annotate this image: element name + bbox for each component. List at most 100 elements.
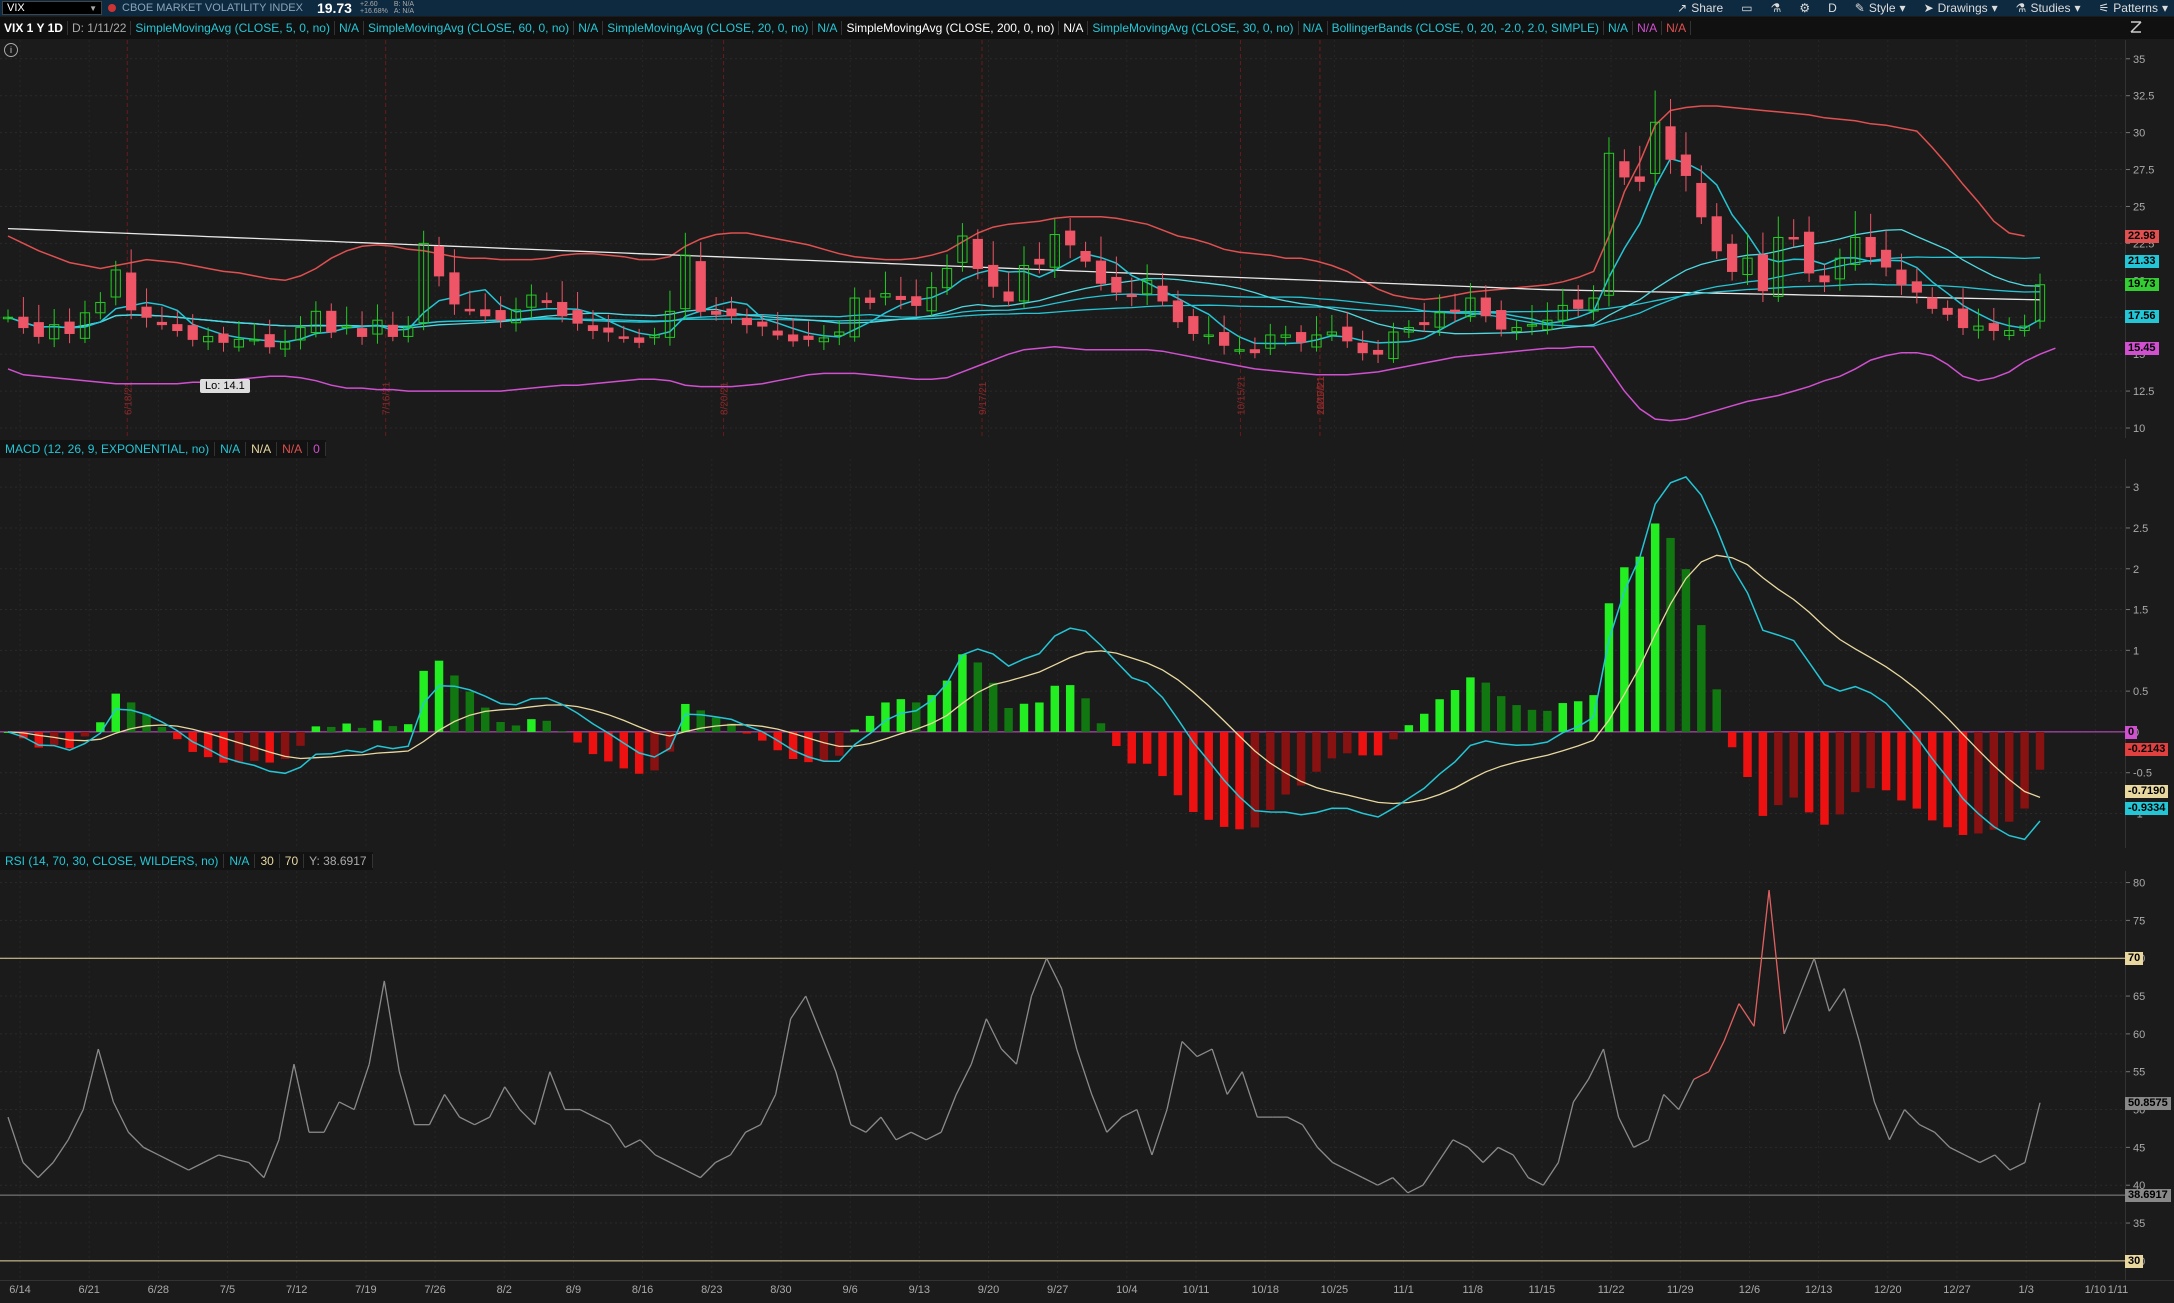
date-label: 9/13 (909, 1284, 930, 1296)
macd-histogram-bar (588, 731, 598, 755)
rsi-line-segment (218, 1154, 234, 1160)
rsi-line-segment (1226, 1071, 1243, 1095)
candle-body (1957, 308, 1969, 329)
study-sma200[interactable]: SimpleMovingAvg (CLOSE, 200, 0, no) (842, 21, 1060, 35)
macd-pane[interactable] (0, 459, 2125, 848)
rsi-line-segment (489, 1086, 506, 1118)
alert-flag-icon[interactable] (108, 4, 116, 12)
rsi-line-segment (203, 1154, 220, 1164)
bollinger-upper (7, 105, 2025, 301)
macd-histogram-bar (1481, 682, 1491, 732)
date-label: 8/16 (632, 1284, 653, 1296)
rsi-line-segment (127, 1131, 144, 1148)
macd-histogram-bar (542, 720, 552, 732)
aggregation-label[interactable]: VIX 1 Y 1D (0, 21, 68, 35)
macd-histogram-bar (465, 691, 475, 732)
low-price-label: Lo: 14.1 (200, 379, 250, 393)
macd-histogram-bar (1096, 723, 1106, 732)
study-sma30[interactable]: SimpleMovingAvg (CLOSE, 30, 0, no) (1088, 21, 1299, 35)
studies-button[interactable]: ⚗ Studies ▾ (2016, 1, 2081, 15)
date-axis[interactable]: 6/14 6/21 6/28 7/5 7/12 7/19 7/26 8/2 8/9 8/16 8/2… (0, 1280, 2174, 1298)
candle-body (695, 261, 706, 312)
macd-histogram-bar (1681, 569, 1691, 732)
candle-body (1357, 342, 1368, 354)
candle-body (1819, 275, 1830, 283)
macd-histogram-bar (1420, 713, 1429, 732)
drawings-button[interactable]: ➤ Drawings ▾ (1924, 1, 1998, 15)
macd-histogram-bar (881, 702, 890, 732)
rsi-pane[interactable] (0, 871, 2125, 1280)
rsi-line-segment (910, 1131, 927, 1141)
price-tag: 22.98 (2125, 230, 2159, 244)
macd-histogram-bar (1758, 731, 1768, 816)
rsi-chart[interactable] (0, 871, 2125, 1280)
rsi-line-segment (985, 1018, 1003, 1050)
rsi-line-segment (1482, 1146, 1499, 1163)
macd-histogram-bar (1358, 731, 1367, 756)
price-chart[interactable]: 6/18/21 7/16/21 8/20/21 9/17/21 10/15/21 11/1… (0, 40, 2125, 438)
rsi-line-segment (1287, 1116, 1303, 1126)
macd-histogram-bar (1712, 689, 1721, 732)
rsi-title[interactable]: RSI (14, 70, 30, CLOSE, WILDERS, no) (0, 854, 225, 868)
rsi-line-segment (1512, 1154, 1529, 1179)
study-value: N/A (1604, 21, 1634, 35)
macd-title[interactable]: MACD (12, 26, 9, EXPONENTIAL, no) (0, 442, 216, 456)
candle-body (1449, 309, 1461, 313)
date-label: 10/11 (1183, 1284, 1210, 1296)
candle-body (172, 324, 183, 332)
date-label: 1/3 (2019, 1284, 2034, 1296)
candle-body (156, 321, 168, 326)
study-bollinger[interactable]: BollingerBands (CLOSE, 0, 20, -2.0, 2.0,… (1328, 21, 1605, 35)
symbol-selector[interactable]: VIX ▼ (2, 1, 102, 15)
patterns-button[interactable]: ⚟ Patterns ▾ (2099, 1, 2169, 15)
rsi-line-segment (1813, 958, 1830, 1012)
price-pane[interactable]: 6/18/21 7/16/21 8/20/21 9/17/21 10/15/21 11/1… (0, 40, 2125, 438)
macd-histogram-bar (988, 682, 998, 732)
flask-button[interactable]: ⚗ (1771, 1, 1782, 15)
date-label: 10/18 (1251, 1284, 1279, 1296)
rsi-line-segment (1663, 1093, 1680, 1111)
macd-histogram-bar (742, 731, 752, 734)
period-button[interactable]: D (1828, 1, 1837, 15)
macd-histogram-bar (1543, 710, 1552, 732)
macd-histogram-bar (96, 722, 105, 732)
candle-body (1111, 276, 1122, 293)
rsi-line-segment (443, 1094, 461, 1118)
rsi-line-segment (775, 1018, 792, 1095)
style-icon: ✎ (1854, 1, 1865, 15)
bollinger-lower (7, 346, 2056, 422)
macd-histogram-bar (327, 726, 336, 732)
study-sma60[interactable]: SimpleMovingAvg (CLOSE, 60, 0, no) (364, 21, 575, 35)
candle-body (1788, 236, 1799, 240)
rsi-line-segment (880, 1116, 897, 1141)
candle-body (464, 308, 475, 312)
style-label: Style (1868, 1, 1896, 15)
rsi-line-segment (97, 1048, 114, 1103)
date-label: 6/14 (9, 1284, 30, 1296)
macd-histogram-bar (1204, 731, 1213, 820)
macd-histogram-bar (1450, 690, 1460, 732)
rsi-line-segment (1919, 1124, 1935, 1133)
macd-histogram-bar (1373, 731, 1383, 756)
macd-histogram-bar (1250, 731, 1260, 828)
macd-chart[interactable] (0, 459, 2125, 848)
macd-histogram-bar (1804, 731, 1814, 813)
chart-expand-icon[interactable] (2126, 17, 2146, 37)
candle-body (1372, 349, 1384, 355)
study-sma5[interactable]: SimpleMovingAvg (CLOSE, 5, 0, no) (131, 21, 335, 35)
rsi-line-segment (1060, 988, 1078, 1050)
window-icon: ▭ (1741, 1, 1753, 15)
share-button[interactable]: ↗ Share (1677, 1, 1723, 15)
rsi-line-segment (37, 1162, 54, 1179)
rsi-axis[interactable]: 8075706560555045403530 (2125, 871, 2174, 1280)
price-tag: 19.73 (2125, 278, 2159, 292)
style-button[interactable]: ✎ Style ▾ (1855, 1, 1906, 15)
date-label: 8/30 (770, 1284, 791, 1296)
rsi-line-segment (1828, 988, 1845, 1012)
layout-button[interactable]: ▭ (1741, 1, 1752, 15)
rsi-line-segment (338, 1101, 355, 1111)
settings-button[interactable]: ⚙ (1799, 1, 1810, 15)
study-sma20[interactable]: SimpleMovingAvg (CLOSE, 20, 0, no) (603, 21, 814, 35)
info-icon[interactable]: i (4, 43, 18, 57)
chevron-down-icon[interactable]: ▼ (89, 4, 97, 13)
